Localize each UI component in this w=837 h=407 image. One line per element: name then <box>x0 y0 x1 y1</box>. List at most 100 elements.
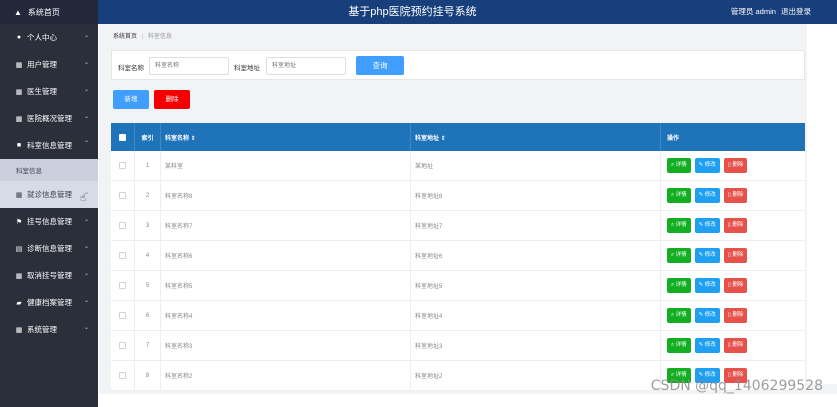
query-button[interactable]: 查询 <box>356 56 404 75</box>
grid-icon: ▦ <box>15 61 23 69</box>
submenu-item-department-info[interactable]: 科室信息 <box>0 159 98 181</box>
detail-button[interactable]: ⌕ 详情 <box>667 218 691 233</box>
watermark: CSDN @qq_1406299528 <box>650 378 823 394</box>
page: ▲ 系统首页 基于php医院预约挂号系统 管理员 admin 退出登录 ● 个人… <box>0 0 837 407</box>
department-table: 索引 科室名称 ⇕ 科室地址 ⇕ 操作 1 某科室 某地址 ⌕ 详情 ✎ 修改 ▯ 删除 2… <box>111 123 805 391</box>
sidebar-item-diagnosis[interactable]: ▤ 诊断信息管理 ⌄ <box>0 235 98 262</box>
row-checkbox[interactable] <box>119 192 126 199</box>
sidebar-item-label: 系统管理 <box>27 325 57 334</box>
select-all-checkbox[interactable] <box>119 133 126 141</box>
user-icon: ● <box>16 34 22 41</box>
logout-link[interactable]: 退出登录 <box>781 7 811 16</box>
row-name: 某科室 <box>161 150 411 181</box>
detail-button[interactable]: ⌕ 详情 <box>667 338 691 353</box>
hand-cursor-icon: ☝ <box>79 193 86 204</box>
edit-button[interactable]: ✎ 修改 <box>694 158 720 173</box>
row-check-cell <box>111 180 135 211</box>
row-checkbox[interactable] <box>119 222 126 229</box>
table-row: 2 科室名称8 科室地址8 ⌕ 详情 ✎ 修改 ▯ 删除 <box>111 180 805 211</box>
sidebar-item-departments[interactable]: ■ 科室信息管理 ⌃ <box>0 132 98 159</box>
main-content: 系统首页 | 科室信息 科室名称 科室地址 查询 新增 删除 索引 科室名称 ⇕… <box>99 24 837 407</box>
table-row: 1 某科室 某地址 ⌕ 详情 ✎ 修改 ▯ 删除 <box>111 150 805 181</box>
home-icon: ▲ <box>14 7 22 17</box>
breadcrumb-home[interactable]: 系统首页 <box>113 34 137 40</box>
row-operations: ⌕ 详情 ✎ 修改 ▯ 删除 <box>661 278 805 293</box>
row-checkbox[interactable] <box>119 282 126 289</box>
header-index: 索引 <box>135 123 161 151</box>
address-input[interactable] <box>266 57 346 75</box>
delete-button[interactable]: ▯ 删除 <box>723 248 748 263</box>
edit-button[interactable]: ✎ 修改 <box>694 248 720 263</box>
row-checkbox[interactable] <box>119 162 126 169</box>
row-operations: ⌕ 详情 ✎ 修改 ▯ 删除 <box>661 308 805 323</box>
chevron-down-icon: ⌄ <box>83 114 89 120</box>
chevron-down-icon: ⌄ <box>83 87 89 93</box>
detail-label: 详情 <box>675 252 687 258</box>
detail-button[interactable]: ⌕ 详情 <box>667 308 691 323</box>
home-link[interactable]: ▲ 系统首页 <box>0 0 98 24</box>
row-check-cell <box>111 330 135 361</box>
delete-button[interactable]: ▯ 删除 <box>723 278 748 293</box>
row-checkbox[interactable] <box>119 252 126 259</box>
row-name: 科室名称6 <box>161 240 411 271</box>
sidebar-item-cancellations[interactable]: ▦ 取消挂号管理 ⌄ <box>0 262 98 289</box>
edit-button[interactable]: ✎ 修改 <box>694 188 720 203</box>
edit-button[interactable]: ✎ 修改 <box>694 278 720 293</box>
header-address[interactable]: 科室地址 ⇕ <box>411 123 661 151</box>
name-label: 科室名称 <box>118 65 144 72</box>
row-address: 某地址 <box>411 150 661 181</box>
right-margin <box>807 24 837 384</box>
row-check-cell <box>111 240 135 271</box>
row-name: 科室名称3 <box>161 330 411 361</box>
edit-button[interactable]: ✎ 修改 <box>694 338 720 353</box>
edit-label: 修改 <box>704 222 716 228</box>
add-button[interactable]: 新增 <box>113 90 149 109</box>
edit-label: 修改 <box>704 192 716 198</box>
app-title: 基于php医院预约挂号系统 <box>348 6 477 18</box>
chevron-down-icon: ⌄ <box>83 271 89 277</box>
row-checkbox[interactable] <box>119 372 126 379</box>
header-operation: 操作 <box>667 135 680 142</box>
edit-label: 修改 <box>704 252 716 258</box>
row-operations: ⌕ 详情 ✎ 修改 ▯ 删除 <box>661 338 805 353</box>
detail-button[interactable]: ⌕ 详情 <box>667 188 691 203</box>
user-area: 管理员 admin 退出登录 <box>731 0 811 24</box>
row-check-cell <box>111 150 135 181</box>
row-checkbox[interactable] <box>119 312 126 319</box>
delete-button[interactable]: ▯ 删除 <box>723 188 748 203</box>
delete-button[interactable]: ▯ 删除 <box>723 338 748 353</box>
table-icon: ▤ <box>15 245 23 253</box>
row-address: 科室地址2 <box>411 360 661 391</box>
batch-delete-button[interactable]: 删除 <box>154 90 190 109</box>
header-name[interactable]: 科室名称 ⇕ <box>161 123 411 151</box>
sidebar-item-doctors[interactable]: ▦ 医生管理 ⌄ <box>0 78 98 105</box>
row-index: 4 <box>135 240 161 271</box>
row-name: 科室名称5 <box>161 270 411 301</box>
row-index: 8 <box>135 360 161 391</box>
sidebar-item-users[interactable]: ▦ 用户管理 ⌄ <box>0 51 98 78</box>
user-label: 管理员 admin <box>730 7 776 16</box>
detail-label: 详情 <box>675 192 687 198</box>
sidebar-item-health-records[interactable]: ▰ 健康档案管理 ⌄ <box>0 289 98 316</box>
delete-button[interactable]: ▯ 删除 <box>723 308 748 323</box>
flag-icon: ⚑ <box>15 218 23 226</box>
name-input[interactable] <box>149 57 229 75</box>
sidebar-item-registrations[interactable]: ⚑ 挂号信息管理 ⌄ <box>0 208 98 235</box>
edit-button[interactable]: ✎ 修改 <box>694 308 720 323</box>
delete-button[interactable]: ▯ 删除 <box>723 158 748 173</box>
sidebar-item-personal[interactable]: ● 个人中心 ⌄ <box>0 24 98 51</box>
sidebar-item-hospital-overview[interactable]: ▦ 医院概况管理 ⌄ <box>0 105 98 132</box>
detail-button[interactable]: ⌕ 详情 <box>667 278 691 293</box>
sidebar-item-label: 就诊信息管理 <box>27 190 72 199</box>
detail-button[interactable]: ⌕ 详情 <box>667 248 691 263</box>
delete-button[interactable]: ▯ 删除 <box>723 218 748 233</box>
edit-button[interactable]: ✎ 修改 <box>694 218 720 233</box>
edit-label: 修改 <box>704 162 716 168</box>
sidebar-item-system[interactable]: ▦ 系统管理 ⌄ <box>0 316 98 343</box>
row-checkbox[interactable] <box>119 342 126 349</box>
detail-button[interactable]: ⌕ 详情 <box>667 158 691 173</box>
detail-label: 详情 <box>675 162 687 168</box>
sidebar-item-visits[interactable]: ▦ 就诊信息管理 ⌄ ☝ <box>0 181 98 208</box>
sidebar-item-label: 健康档案管理 <box>27 298 72 307</box>
row-address: 科室地址5 <box>411 270 661 301</box>
